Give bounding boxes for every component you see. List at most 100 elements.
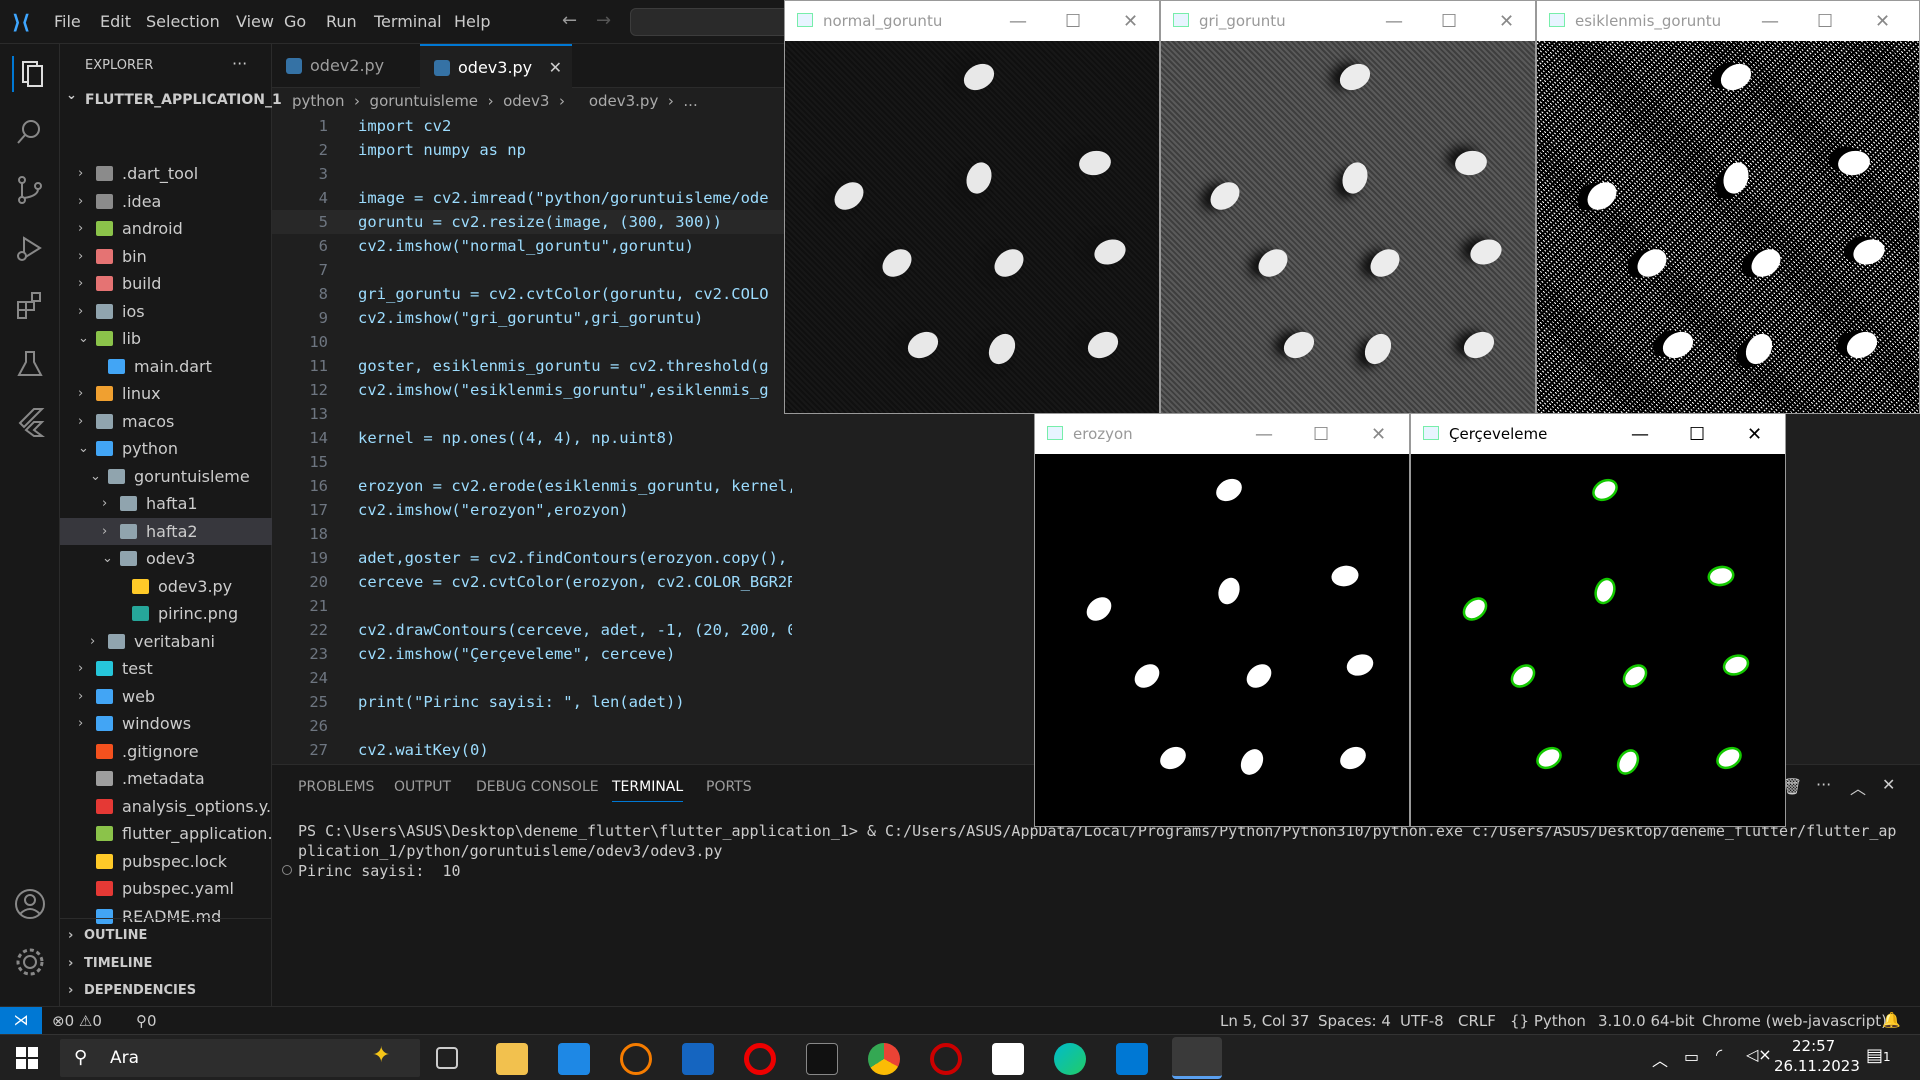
code-line[interactable]: 14 kernel = np.ones((4, 4), np.uint8): [272, 426, 792, 450]
tree-item[interactable]: › windows: [60, 710, 272, 737]
tree-item[interactable]: › .dart_tool: [60, 160, 272, 187]
tree-item[interactable]: pubspec.yaml: [60, 875, 272, 902]
tree-item[interactable]: .gitignore: [60, 738, 272, 765]
code-line[interactable]: 21: [272, 594, 792, 618]
code-line[interactable]: 10: [272, 330, 792, 354]
close-icon[interactable]: ✕: [1875, 11, 1890, 32]
edge-icon[interactable]: [1054, 1043, 1086, 1075]
more-icon[interactable]: ···: [1816, 775, 1831, 794]
tree-item[interactable]: pubspec.lock: [60, 848, 272, 875]
tree-item[interactable]: pirinc.png: [60, 600, 272, 627]
run-debug-icon[interactable]: [12, 230, 48, 266]
language-mode[interactable]: {} Python: [1510, 1012, 1586, 1030]
vscode-taskbar-icon[interactable]: [1116, 1043, 1148, 1075]
tree-item[interactable]: › hafta2: [60, 517, 272, 545]
window-gri-goruntu[interactable]: gri_goruntu — ☐ ✕: [1160, 0, 1536, 414]
tab-odev2[interactable]: odev2.py: [272, 44, 420, 88]
encoding[interactable]: UTF-8: [1400, 1012, 1444, 1030]
code-line[interactable]: 12 cv2.imshow("esiklenmis_goruntu",esikle…: [272, 378, 792, 402]
opera-icon[interactable]: [744, 1043, 776, 1075]
terminal-icon[interactable]: [806, 1043, 838, 1075]
testing-icon[interactable]: [12, 346, 48, 382]
line-ending[interactable]: CRLF: [1458, 1012, 1496, 1030]
clock-time[interactable]: 22:57: [1792, 1037, 1835, 1055]
code-line[interactable]: 11 goster, esiklenmis_goruntu = cv2.thres…: [272, 354, 792, 378]
notification-icon[interactable]: ▤1: [1866, 1045, 1891, 1066]
wifi-icon[interactable]: ◜: [1716, 1045, 1722, 1064]
minimize-icon[interactable]: —: [1385, 11, 1403, 32]
mail-icon[interactable]: [558, 1043, 590, 1075]
python-interpreter[interactable]: 3.10.0 64-bit: [1598, 1012, 1695, 1030]
code-line[interactable]: 26: [272, 714, 792, 738]
menu-view[interactable]: View: [236, 12, 274, 31]
tree-item[interactable]: ⌄ lib: [60, 325, 272, 352]
tree-item[interactable]: › build: [60, 270, 272, 297]
code-line[interactable]: 27 cv2.waitKey(0): [272, 738, 792, 762]
back-arrow-icon[interactable]: ←: [562, 10, 577, 31]
code-line[interactable]: 13: [272, 402, 792, 426]
workspace-root[interactable]: ⌄ FLUTTER_APPLICATION_1: [60, 88, 282, 114]
breadcrumb[interactable]: python › goruntuisleme › odev3 › odev3.p…: [292, 92, 698, 110]
code-line[interactable]: 18: [272, 522, 792, 546]
code-line[interactable]: 5 goruntu = cv2.resize(image, (300, 300)): [272, 210, 792, 234]
menu-selection[interactable]: Selection: [146, 12, 220, 31]
app-orange-icon[interactable]: [620, 1043, 652, 1075]
window-esiklenmis-goruntu[interactable]: esiklenmis_goruntu — ☐ ✕: [1536, 0, 1920, 414]
menu-go[interactable]: Go: [284, 12, 306, 31]
panel-tab-problems[interactable]: PROBLEMS: [298, 779, 374, 795]
code-line[interactable]: 17 cv2.imshow("erozyon",erozyon): [272, 498, 792, 522]
code-line[interactable]: 7: [272, 258, 792, 282]
tab-odev3[interactable]: odev3.py ✕: [420, 44, 572, 88]
panel-tab-ports[interactable]: PORTS: [706, 779, 752, 795]
menu-terminal[interactable]: Terminal: [374, 12, 442, 31]
task-view-icon[interactable]: [436, 1047, 458, 1069]
tree-item[interactable]: › android: [60, 215, 272, 242]
problems-indicator[interactable]: ⊗0 ⚠0: [52, 1012, 102, 1030]
windows-start-icon[interactable]: [16, 1047, 38, 1069]
menu-edit[interactable]: Edit: [100, 12, 131, 31]
code-line[interactable]: 8 gri_goruntu = cv2.cvtColor(goruntu, cv2…: [272, 282, 792, 306]
tray-chevron-icon[interactable]: ︿: [1652, 1047, 1668, 1071]
tree-item[interactable]: flutter_application...: [60, 820, 283, 847]
code-line[interactable]: 24: [272, 666, 792, 690]
tree-item[interactable]: › veritabani: [60, 628, 272, 655]
search-icon[interactable]: [12, 114, 48, 150]
indentation[interactable]: Spaces: 4: [1318, 1012, 1391, 1030]
extensions-icon[interactable]: [12, 288, 48, 324]
maximize-icon[interactable]: ☐: [1065, 11, 1081, 32]
explorer-more-button[interactable]: ···: [232, 54, 247, 73]
opera-gx-icon[interactable]: [930, 1043, 962, 1075]
source-control-icon[interactable]: [12, 172, 48, 208]
close-icon[interactable]: ✕: [1747, 424, 1762, 445]
tree-item[interactable]: › linux: [60, 380, 272, 407]
minimize-icon[interactable]: —: [1631, 424, 1649, 445]
tree-item[interactable]: › macos: [60, 408, 272, 435]
file-explorer-icon[interactable]: [496, 1043, 528, 1075]
tree-item[interactable]: › bin: [60, 243, 272, 270]
section-timeline[interactable]: › TIMELINE: [60, 950, 272, 977]
tree-item[interactable]: ⌄ odev3: [60, 545, 272, 572]
tree-item[interactable]: main.dart: [60, 353, 272, 380]
tree-item[interactable]: › web: [60, 683, 272, 710]
maximize-panel-icon[interactable]: ︿: [1850, 775, 1866, 799]
tree-item[interactable]: › ios: [60, 298, 272, 325]
maximize-icon[interactable]: ☐: [1313, 424, 1329, 445]
code-line[interactable]: 3: [272, 162, 792, 186]
window-erozyon[interactable]: erozyon — ☐ ✕: [1034, 413, 1410, 827]
minimize-icon[interactable]: —: [1255, 424, 1273, 445]
code-line[interactable]: 1 import cv2: [272, 114, 792, 138]
close-icon[interactable]: ✕: [1371, 424, 1386, 445]
close-icon[interactable]: ✕: [1499, 11, 1514, 32]
code-line[interactable]: 20 cerceve = cv2.cvtColor(erozyon, cv2.CO…: [272, 570, 792, 594]
code-line[interactable]: 9 cv2.imshow("gri_goruntu",gri_goruntu): [272, 306, 792, 330]
powershell-icon[interactable]: [682, 1043, 714, 1075]
tree-item[interactable]: › test: [60, 655, 272, 682]
store-icon[interactable]: [992, 1043, 1024, 1075]
code-line[interactable]: 25 print("Pirinc sayisi: ", len(adet)): [272, 690, 792, 714]
maximize-icon[interactable]: ☐: [1817, 11, 1833, 32]
tree-item[interactable]: ⌄ python: [60, 435, 272, 462]
window-cerceveleme[interactable]: Çerçeveleme — ☐ ✕: [1410, 413, 1786, 827]
bell-icon[interactable]: 🔔: [1882, 1011, 1901, 1029]
debug-target[interactable]: Chrome (web-javascript): [1702, 1012, 1887, 1030]
explorer-icon[interactable]: [12, 56, 48, 92]
